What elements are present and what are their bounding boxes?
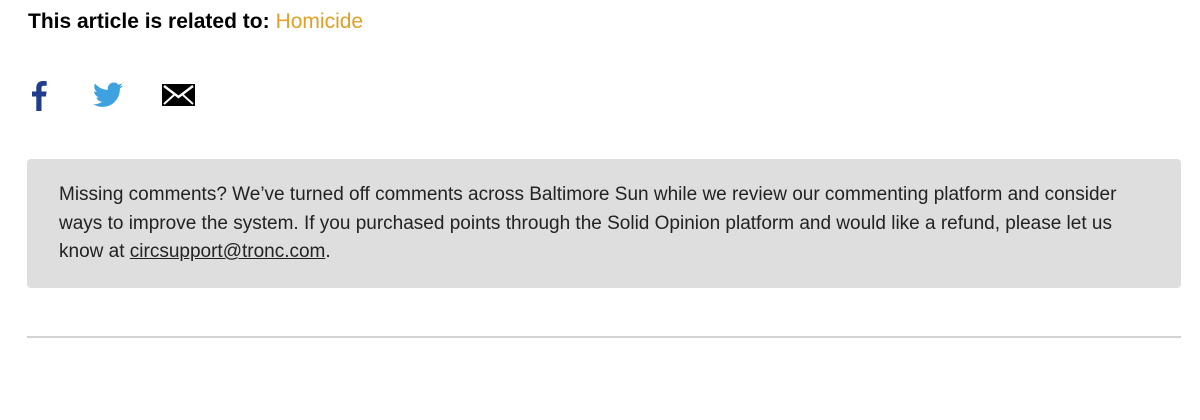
- facebook-icon: [32, 81, 47, 111]
- support-email-link[interactable]: circsupport@tronc.com: [130, 241, 326, 262]
- email-share-button[interactable]: [160, 84, 196, 106]
- divider: [27, 336, 1181, 338]
- facebook-share-button[interactable]: [28, 79, 50, 111]
- comments-notice: Missing comments? We’ve turned off comme…: [27, 159, 1181, 288]
- twitter-icon: [93, 82, 123, 107]
- related-topics: This article is related to: Homicide: [28, 8, 363, 36]
- share-bar: [28, 78, 196, 112]
- article-footer: This article is related to: Homicide Miss…: [0, 0, 1200, 420]
- notice-trailing: .: [325, 241, 331, 262]
- topic-link-homicide[interactable]: Homicide: [276, 10, 364, 33]
- email-icon: [161, 84, 195, 106]
- related-label: This article is related to:: [28, 10, 270, 33]
- twitter-share-button[interactable]: [90, 82, 126, 108]
